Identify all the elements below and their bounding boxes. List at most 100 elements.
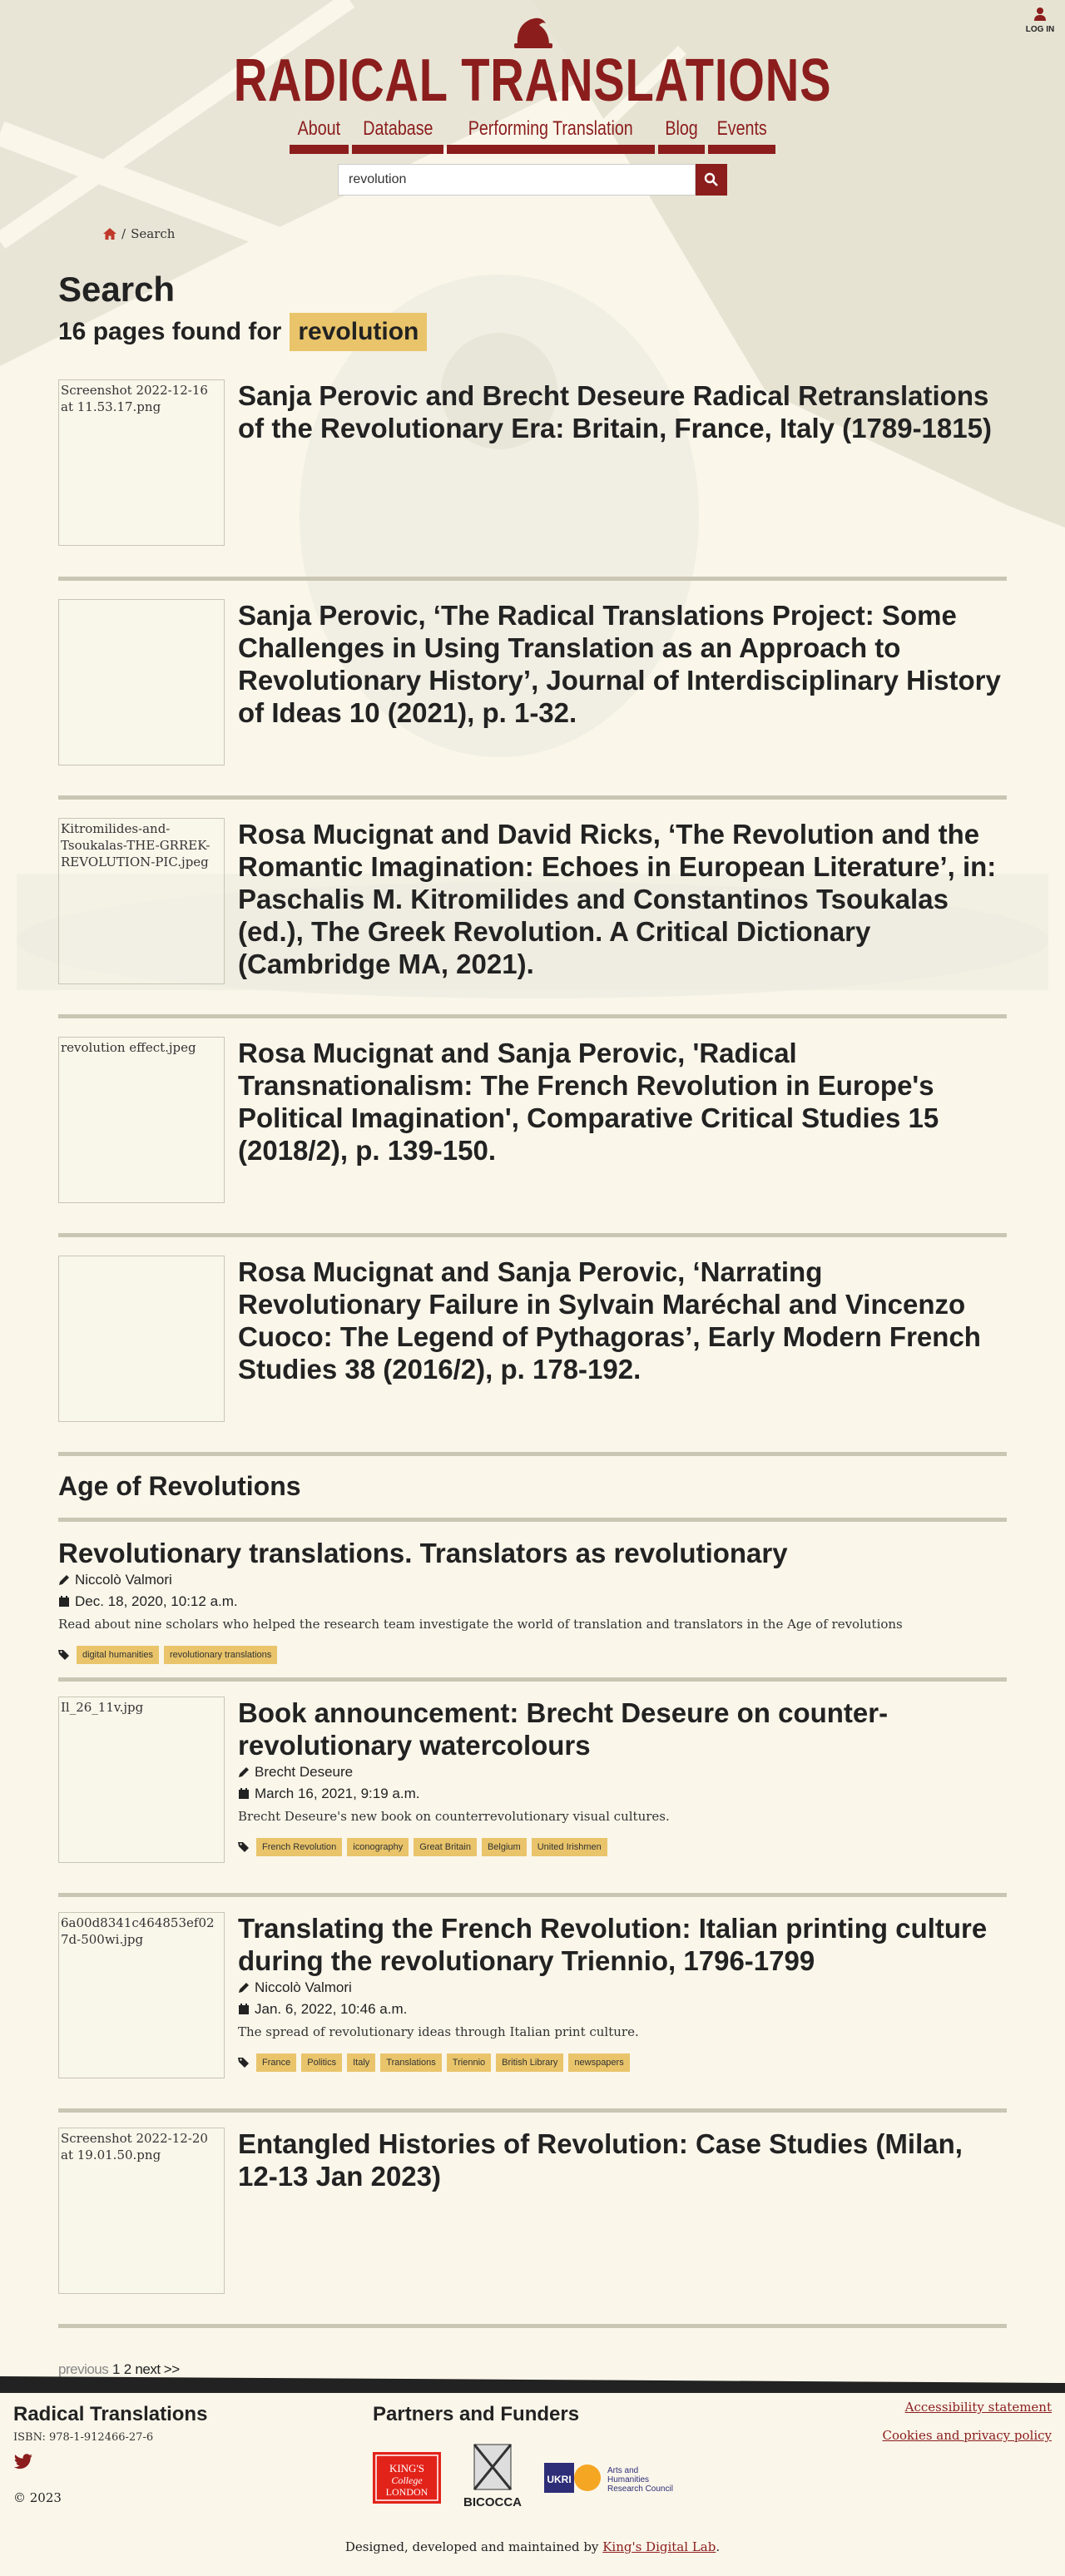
pagination-page[interactable]: 1 — [112, 2361, 120, 2377]
partners-heading: Partners and Funders — [373, 2403, 580, 2425]
site-title[interactable]: RADICAL TRANSLATIONS — [117, 48, 948, 113]
svg-text:LONDON: LONDON — [386, 2486, 428, 2498]
tag[interactable]: revolutionary translations — [164, 1646, 278, 1664]
blog-title[interactable]: Entangled Histories of Revolution: Case … — [238, 2128, 1007, 2192]
pagination-previous[interactable]: previous — [58, 2361, 109, 2377]
search-icon — [704, 172, 718, 186]
tag[interactable]: Politics — [301, 2053, 343, 2072]
blog-thumbnail[interactable]: Il_26_11v.jpg — [58, 1697, 225, 1863]
blog-author: Niccolò Valmori — [238, 1977, 1007, 1999]
search-keyword-badge: revolution — [290, 313, 428, 351]
footer-divider — [0, 2376, 1065, 2393]
tag-list: French Revolution iconography Great Brit… — [238, 1838, 1007, 1856]
blog-post: 6a00d8341c464853ef027d-500wi.jpg Transla… — [58, 1897, 1007, 2113]
phrygian-cap-logo[interactable] — [508, 12, 557, 50]
nav-blog[interactable]: Blog — [657, 116, 705, 154]
result-thumbnail[interactable]: Screenshot 2022-12-16 at 11.53.17.png — [58, 379, 225, 546]
search-input[interactable] — [338, 164, 696, 196]
pencil-icon — [239, 1983, 249, 1993]
blog-title[interactable]: Translating the French Revolution: Itali… — [238, 1912, 1007, 1977]
result-item: Kitromilides-and-Tsoukalas-THE-GRREK-REV… — [58, 800, 1007, 1018]
pagination-next[interactable]: next >> — [135, 2361, 180, 2377]
blog-thumbnail[interactable]: 6a00d8341c464853ef027d-500wi.jpg — [58, 1912, 225, 2078]
tag[interactable]: newspapers — [568, 2053, 630, 2072]
result-thumbnail[interactable]: Kitromilides-and-Tsoukalas-THE-GRREK-REV… — [58, 818, 225, 984]
main-nav: About Database Performing Translation Bl… — [0, 116, 1065, 154]
nav-database[interactable]: Database — [351, 116, 444, 154]
calendar-icon — [239, 1788, 249, 1799]
tag[interactable]: United Irishmen — [531, 1838, 607, 1856]
blog-excerpt: The spread of revolutionary ideas throug… — [238, 2024, 639, 2039]
results-list: Screenshot 2022-12-16 at 11.53.17.png Sa… — [58, 369, 1007, 1456]
result-thumbnail[interactable] — [58, 1256, 225, 1422]
svg-text:Arts and: Arts and — [607, 2466, 638, 2475]
tag[interactable]: Triennio — [446, 2053, 492, 2072]
pagination-page[interactable]: 2 — [124, 2361, 131, 2377]
result-title[interactable]: Sanja Perovic and Brecht Deseure Radical… — [238, 379, 1007, 444]
blog-post: Screenshot 2022-12-20 at 19.01.50.png En… — [58, 2113, 1007, 2328]
tag[interactable]: Translations — [380, 2053, 442, 2072]
nav-events[interactable]: Events — [707, 116, 776, 154]
tags-icon — [238, 2058, 249, 2068]
breadcrumb-current: Search — [131, 226, 176, 241]
footer-title: Radical Translations — [13, 2403, 208, 2425]
blog-post: Revolutionary translations. Translators … — [58, 1522, 1007, 1682]
blog-excerpt: Read about nine scholars who helped the … — [58, 1617, 903, 1632]
svg-text:Humanities: Humanities — [607, 2475, 649, 2484]
tag-list: digital humanities revolutionary transla… — [58, 1646, 1007, 1664]
results-count: 16 pages found for revolution — [58, 313, 1007, 351]
svg-text:College: College — [391, 2474, 423, 2486]
tag[interactable]: French Revolution — [256, 1838, 343, 1856]
result-title[interactable]: Rosa Mucignat and Sanja Perovic, ‘Narrat… — [238, 1256, 1007, 1385]
nav-about[interactable]: About — [289, 116, 349, 154]
tag[interactable]: iconography — [347, 1838, 409, 1856]
tag[interactable]: Italy — [347, 2053, 376, 2072]
pencil-icon — [239, 1767, 249, 1777]
footer-isbn: ISBN: 978-1-912466-27-6 — [13, 2431, 154, 2444]
footer-credit: Designed, developed and maintained by Ki… — [344, 2539, 721, 2554]
result-title[interactable]: Rosa Mucignat and David Ricks, ‘The Revo… — [238, 818, 1007, 980]
milano-bicocca-logo[interactable]: BICOCCA — [459, 2443, 526, 2513]
blog-title[interactable]: Revolutionary translations. Translators … — [58, 1537, 1007, 1569]
result-title[interactable]: Rosa Mucignat and Sanja Perovic, 'Radica… — [238, 1037, 1007, 1167]
site-header: RADICAL TRANSLATIONS About Database Perf… — [0, 0, 1065, 196]
login-button[interactable]: LOG IN — [1023, 7, 1057, 34]
tags-icon — [58, 1650, 69, 1660]
tags-icon — [238, 1842, 249, 1852]
result-thumbnail[interactable]: revolution effect.jpeg — [58, 1037, 225, 1203]
user-icon — [1034, 7, 1046, 21]
nav-performing-translation[interactable]: Performing Translation — [447, 116, 655, 154]
result-item: revolution effect.jpeg Rosa Mucignat and… — [58, 1018, 1007, 1237]
twitter-icon[interactable] — [13, 2454, 33, 2470]
tag[interactable]: British Library — [496, 2053, 564, 2072]
result-item: Rosa Mucignat and Sanja Perovic, ‘Narrat… — [58, 1237, 1007, 1456]
footer-copyright: © 2023 — [13, 2490, 62, 2505]
result-title[interactable]: Sanja Perovic, ‘The Radical Translations… — [238, 599, 1007, 729]
calendar-icon — [239, 2004, 249, 2014]
tag[interactable]: Belgium — [481, 1838, 527, 1856]
results-count-text: 16 pages found for — [58, 318, 282, 345]
breadcrumb-separator: / — [121, 226, 126, 241]
blog-thumbnail[interactable]: Screenshot 2022-12-20 at 19.01.50.png — [58, 2128, 225, 2294]
privacy-link[interactable]: Cookies and privacy policy — [883, 2428, 1052, 2443]
blog-title[interactable]: Book announcement: Brecht Deseure on cou… — [238, 1697, 1007, 1761]
page-title: Search — [58, 270, 176, 309]
result-item: Screenshot 2022-12-16 at 11.53.17.png Sa… — [58, 369, 1007, 581]
tag[interactable]: Great Britain — [414, 1838, 477, 1856]
accessibility-link[interactable]: Accessibility statement — [883, 2400, 1052, 2415]
tag-list: France Politics Italy Translations Trien… — [238, 2053, 1007, 2072]
search-button[interactable] — [696, 164, 727, 196]
blog-author: Niccolò Valmori — [58, 1569, 1007, 1591]
kings-college-london-logo[interactable]: KING'S College LONDON — [373, 2452, 441, 2504]
kings-digital-lab-link[interactable]: King's Digital Lab — [602, 2539, 716, 2554]
tag[interactable]: France — [256, 2053, 297, 2072]
blog-date: Dec. 18, 2020, 10:12 a.m. — [58, 1591, 1007, 1612]
svg-text:KING'S: KING'S — [389, 2462, 424, 2474]
breadcrumb: / Search — [103, 226, 175, 241]
search-form — [0, 164, 1065, 196]
tag[interactable]: digital humanities — [77, 1646, 159, 1664]
ukri-ahrc-logo[interactable]: UKRI Arts and Humanities Research Counci… — [544, 2460, 686, 2496]
result-thumbnail[interactable] — [58, 599, 225, 765]
blog-author: Brecht Deseure — [238, 1761, 1007, 1783]
home-icon[interactable] — [103, 228, 116, 240]
